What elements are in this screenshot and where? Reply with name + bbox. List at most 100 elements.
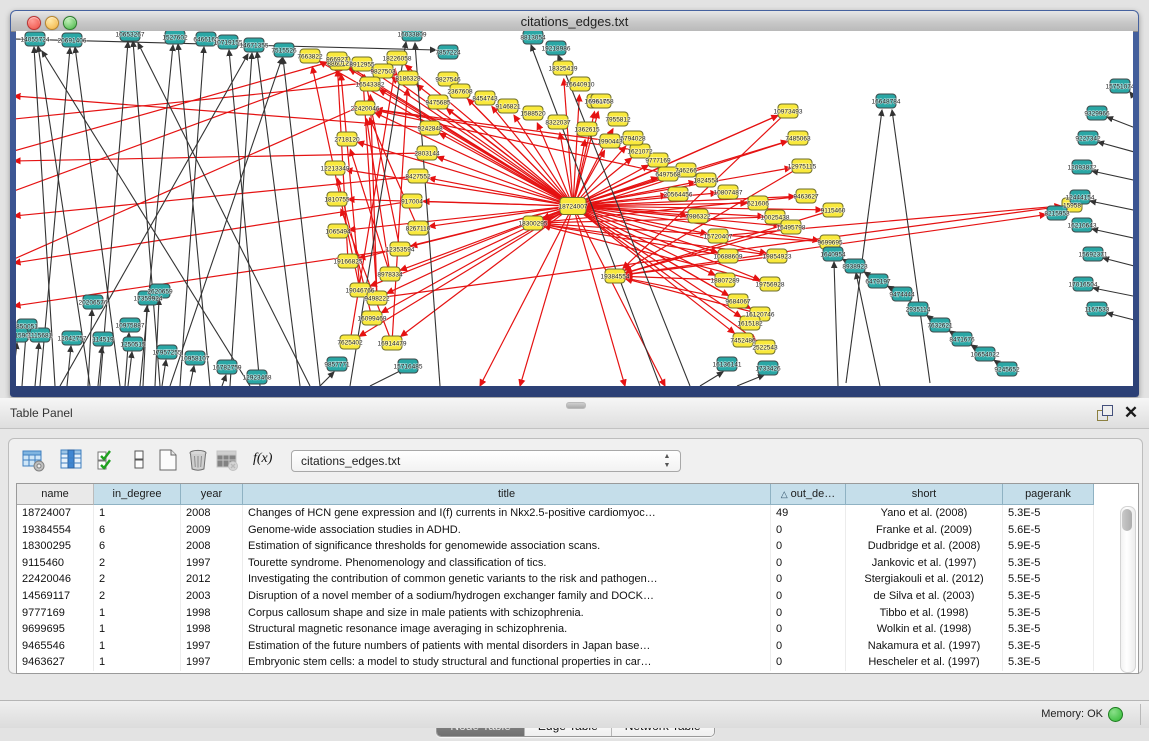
graph-edge[interactable] (128, 352, 132, 386)
table-cell[interactable]: 9777169 (17, 605, 94, 622)
graph-edge[interactable] (222, 375, 226, 386)
graph-edge[interactable] (88, 310, 92, 386)
table-cell[interactable]: 0 (771, 588, 846, 605)
graph-edge[interactable] (1130, 92, 1133, 103)
table-cell[interactable]: Nakamura et al. (1997) (846, 638, 1003, 655)
graph-edge[interactable] (67, 346, 71, 386)
table-cell[interactable]: 1998 (181, 605, 243, 622)
table-cell[interactable]: 2 (94, 588, 181, 605)
column-header-year[interactable]: year (181, 484, 243, 505)
table-cell[interactable]: 1997 (181, 555, 243, 572)
graph-edge[interactable] (138, 43, 310, 386)
function-builder-icon[interactable]: f(x) (253, 447, 279, 473)
table-cell[interactable]: Stergiakouli et al. (2012) (846, 571, 1003, 588)
column-header-pagerank[interactable]: pagerank (1003, 484, 1094, 505)
table-cell[interactable]: 2012 (181, 571, 243, 588)
graph-edge[interactable] (1103, 258, 1133, 267)
table-cell[interactable]: Corpus callosum shape and size in male p… (243, 605, 771, 622)
table-cell[interactable]: 5.6E-5 (1003, 522, 1094, 539)
network-canvas-area[interactable]: 1872400788601238912955182260589827503818… (16, 31, 1133, 386)
table-cell[interactable]: 1997 (181, 654, 243, 671)
table-cell[interactable]: 2 (94, 571, 181, 588)
graph-edge[interactable] (480, 206, 573, 386)
table-cell[interactable]: Wolkin et al. (1998) (846, 621, 1003, 638)
table-cell[interactable]: Investigating the contribution of common… (243, 571, 771, 588)
graph-edge[interactable] (1107, 313, 1133, 321)
table-cell[interactable]: 1997 (181, 638, 243, 655)
float-window-icon[interactable] (1095, 403, 1115, 423)
table-cell[interactable]: Dudbridge et al. (2008) (846, 538, 1003, 555)
graph-edge[interactable] (573, 206, 625, 386)
graph-edge[interactable] (350, 42, 406, 386)
column-header-out_de[interactable]: △out_de… (771, 484, 846, 505)
table-cell[interactable]: 0 (771, 571, 846, 588)
merge-rows-icon[interactable] (127, 447, 153, 473)
graph-edge[interactable] (283, 58, 320, 386)
close-panel-icon[interactable]: ✕ (1121, 403, 1141, 423)
table-cell[interactable]: 2009 (181, 522, 243, 539)
table-cell[interactable]: 9115460 (17, 555, 94, 572)
table-row[interactable]: 946554611997Estimation of the future num… (17, 638, 1094, 655)
table-cell[interactable]: Embryonic stem cells: a model to study s… (243, 654, 771, 671)
table-cell[interactable]: 9463627 (17, 654, 94, 671)
graph-edge[interactable] (834, 262, 838, 386)
table-cell[interactable]: 5.3E-5 (1003, 555, 1094, 572)
table-row[interactable]: 969969511998Structural magnetic resonanc… (17, 621, 1094, 638)
table-row[interactable]: 1456911722003Disruption of a novel membe… (17, 588, 1094, 605)
table-row[interactable]: 2242004622012Investigating the contribut… (17, 571, 1094, 588)
graph-edge[interactable] (856, 273, 880, 386)
table-cell[interactable]: 1998 (181, 621, 243, 638)
graph-edge[interactable] (392, 89, 407, 343)
table-cell[interactable]: 19384554 (17, 522, 94, 539)
table-cell[interactable]: 5.3E-5 (1003, 621, 1094, 638)
graph-edge[interactable] (16, 83, 366, 119)
graph-edge[interactable] (415, 43, 440, 386)
graph-edge[interactable] (1098, 142, 1133, 153)
table-cell[interactable]: 9699695 (17, 621, 94, 638)
delete-rows-icon[interactable] (185, 447, 211, 473)
table-cell[interactable]: 1 (94, 638, 181, 655)
graph-edge[interactable] (1092, 171, 1133, 181)
column-header-short[interactable]: short (846, 484, 1003, 505)
table-cell[interactable]: 1 (94, 654, 181, 671)
table-cell[interactable]: 0 (771, 538, 846, 555)
table-cell[interactable]: 5.3E-5 (1003, 654, 1094, 671)
graph-edge[interactable] (60, 54, 248, 386)
graph-edge[interactable] (16, 343, 17, 386)
table-cell[interactable]: Hescheler et al. (1997) (846, 654, 1003, 671)
table-cell[interactable]: 1 (94, 605, 181, 622)
table-cell[interactable]: Disruption of a novel member of a sodium… (243, 588, 771, 605)
graph-edge[interactable] (230, 53, 252, 386)
table-cell[interactable]: 5.5E-5 (1003, 571, 1094, 588)
graph-edge[interactable] (170, 58, 282, 386)
table-cell[interactable]: 6 (94, 522, 181, 539)
table-row[interactable]: 977716911998Corpus callosum shape and si… (17, 605, 1094, 622)
table-cell[interactable]: 0 (771, 621, 846, 638)
table-cell[interactable]: 2 (94, 555, 181, 572)
table-cell[interactable]: 0 (771, 638, 846, 655)
graph-edge[interactable] (1107, 117, 1133, 129)
graph-edge[interactable] (155, 299, 159, 386)
table-cell[interactable]: Estimation of significance thresholds fo… (243, 538, 771, 555)
table-row[interactable]: 1938455462009Genome-wide association stu… (17, 522, 1094, 539)
graph-edge[interactable] (320, 372, 334, 386)
table-cell[interactable]: 5.3E-5 (1003, 605, 1094, 622)
table-cell[interactable]: 2003 (181, 588, 243, 605)
network-canvas[interactable]: 1872400788601238912955182260589827503818… (16, 31, 1133, 386)
graph-edge[interactable] (16, 61, 333, 151)
table-row[interactable]: 946362711997Embryonic stem cells: a mode… (17, 654, 1094, 671)
graph-edge[interactable] (162, 360, 166, 386)
column-visibility-icon[interactable] (59, 447, 85, 473)
table-cell[interactable]: Tourette syndrome. Phenomenology and cla… (243, 555, 771, 572)
table-cell[interactable]: 18724007 (17, 505, 94, 522)
graph-edge[interactable] (190, 366, 194, 386)
table-cell[interactable]: 14569117 (17, 588, 94, 605)
table-row[interactable]: 1830029562008Estimation of significance … (17, 538, 1094, 555)
table-cell[interactable]: Tibbo et al. (1998) (846, 605, 1003, 622)
graph-edge[interactable] (623, 111, 788, 268)
table-row[interactable]: 1872400712008Changes of HCN gene express… (17, 505, 1094, 522)
table-cell[interactable]: Yano et al. (2008) (846, 505, 1003, 522)
table-cell[interactable]: 1 (94, 505, 181, 522)
table-cell[interactable]: Changes of HCN gene expression and I(f) … (243, 505, 771, 522)
graph-edge[interactable] (370, 95, 377, 298)
